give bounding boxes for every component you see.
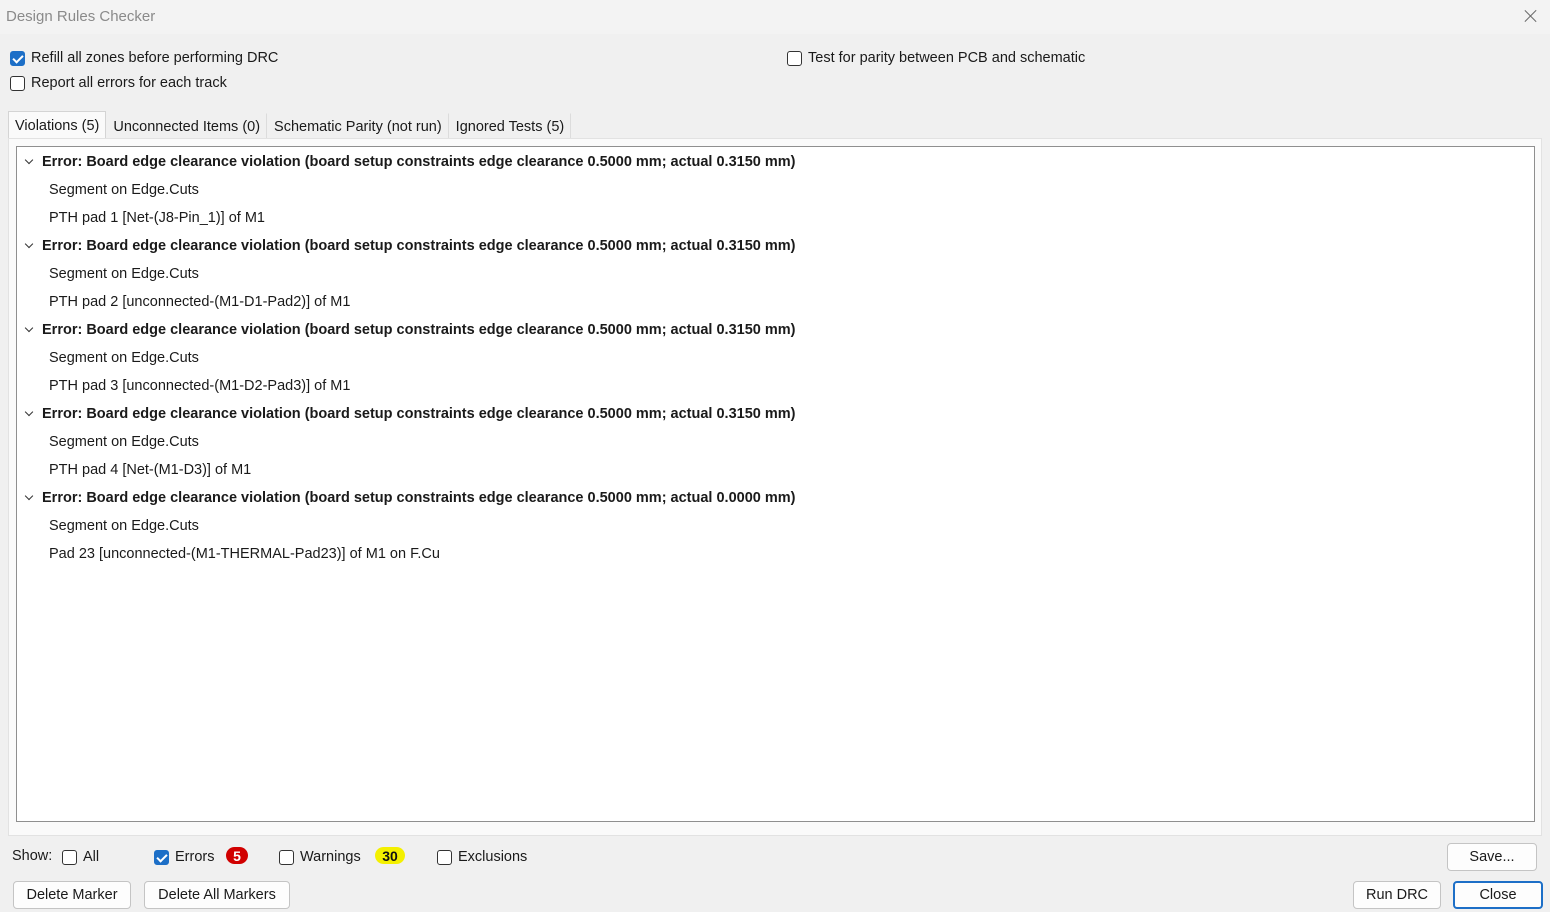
report-all-errors-option[interactable]: Report all errors for each track xyxy=(10,75,227,91)
test-parity-label: Test for parity between PCB and schemati… xyxy=(808,50,1086,66)
show-errors-option[interactable]: Errors xyxy=(154,849,214,865)
tab-violations-label: Violations (5) xyxy=(15,117,100,134)
tab-unconnected-items-label: Unconnected Items (0) xyxy=(113,118,261,135)
violation-row[interactable]: Error: Board edge clearance violation (b… xyxy=(23,400,795,428)
window-title: Design Rules Checker xyxy=(6,8,156,25)
violation-item[interactable]: Pad 23 [unconnected-(M1-THERMAL-Pad23)] … xyxy=(49,540,440,568)
refill-zones-checkbox[interactable] xyxy=(10,50,25,66)
show-exclusions-option[interactable]: Exclusions xyxy=(437,849,527,865)
violation-title: Error: Board edge clearance violation (b… xyxy=(42,490,796,506)
drc-dialog: Design Rules Checker Refill all zones be… xyxy=(0,0,1550,912)
show-warnings-label: Warnings xyxy=(300,849,361,865)
show-errors-label: Errors xyxy=(175,849,215,865)
tab-schematic-parity[interactable]: Schematic Parity (not run) xyxy=(267,113,449,139)
violations-tree[interactable]: Error: Board edge clearance violation (b… xyxy=(16,146,1535,822)
run-drc-button[interactable]: Run DRC xyxy=(1353,881,1441,909)
show-errors-checkbox[interactable] xyxy=(154,849,169,865)
violation-item[interactable]: Segment on Edge.Cuts xyxy=(49,344,199,372)
test-parity-checkbox[interactable] xyxy=(787,50,802,66)
title-bar: Design Rules Checker xyxy=(0,0,1550,34)
violation-item[interactable]: PTH pad 1 [Net-(J8-Pin_1)] of M1 xyxy=(49,204,265,232)
violation-item-label: Segment on Edge.Cuts xyxy=(49,518,199,534)
violation-item-label: PTH pad 2 [unconnected-(M1-D1-Pad2)] of … xyxy=(49,294,351,310)
violation-item[interactable]: Segment on Edge.Cuts xyxy=(49,428,199,456)
violation-item-label: Pad 23 [unconnected-(M1-THERMAL-Pad23)] … xyxy=(49,546,440,562)
save-button[interactable]: Save... xyxy=(1447,843,1537,871)
violation-item[interactable]: Segment on Edge.Cuts xyxy=(49,176,199,204)
violation-item-label: PTH pad 3 [unconnected-(M1-D2-Pad3)] of … xyxy=(49,378,351,394)
error-count-badge: 5 xyxy=(226,847,248,864)
violation-item-label: Segment on Edge.Cuts xyxy=(49,182,199,198)
tab-schematic-parity-label: Schematic Parity (not run) xyxy=(274,118,442,135)
report-all-errors-label: Report all errors for each track xyxy=(31,75,227,91)
violation-title: Error: Board edge clearance violation (b… xyxy=(42,238,796,254)
violation-item[interactable]: PTH pad 3 [unconnected-(M1-D2-Pad3)] of … xyxy=(49,372,350,400)
show-warnings-option[interactable]: Warnings xyxy=(279,849,361,865)
violation-item[interactable]: Segment on Edge.Cuts xyxy=(49,512,199,540)
show-label: Show: xyxy=(12,848,53,864)
results-tabs: Violations (5) Unconnected Items (0) Sch… xyxy=(8,111,572,139)
delete-all-markers-button[interactable]: Delete All Markers xyxy=(144,881,290,909)
violation-item-label: PTH pad 1 [Net-(J8-Pin_1)] of M1 xyxy=(49,210,265,226)
test-parity-option[interactable]: Test for parity between PCB and schemati… xyxy=(787,50,1085,66)
violation-item[interactable]: PTH pad 4 [Net-(M1-D3)] of M1 xyxy=(49,456,251,484)
violation-item[interactable]: PTH pad 2 [unconnected-(M1-D1-Pad2)] of … xyxy=(49,288,350,316)
show-all-label: All xyxy=(83,849,100,865)
violation-row[interactable]: Error: Board edge clearance violation (b… xyxy=(23,484,795,512)
tab-ignored-tests[interactable]: Ignored Tests (5) xyxy=(449,113,572,139)
violation-item[interactable]: Segment on Edge.Cuts xyxy=(49,260,199,288)
refill-zones-option[interactable]: Refill all zones before performing DRC xyxy=(10,50,278,66)
close-icon[interactable] xyxy=(1520,5,1542,27)
tab-unconnected-items[interactable]: Unconnected Items (0) xyxy=(106,113,268,139)
violation-item-label: Segment on Edge.Cuts xyxy=(49,434,199,450)
refill-zones-label: Refill all zones before performing DRC xyxy=(31,50,279,66)
violation-title: Error: Board edge clearance violation (b… xyxy=(42,406,796,422)
warning-count-badge: 30 xyxy=(375,847,405,864)
violation-item-label: PTH pad 4 [Net-(M1-D3)] of M1 xyxy=(49,462,252,478)
show-warnings-checkbox[interactable] xyxy=(279,849,294,865)
show-all-option[interactable]: All xyxy=(62,849,99,865)
chevron-down-icon[interactable] xyxy=(23,240,35,252)
violation-item-label: Segment on Edge.Cuts xyxy=(49,350,199,366)
violation-item-label: Segment on Edge.Cuts xyxy=(49,266,199,282)
violation-row[interactable]: Error: Board edge clearance violation (b… xyxy=(23,232,795,260)
show-all-checkbox[interactable] xyxy=(62,849,77,865)
violation-title: Error: Board edge clearance violation (b… xyxy=(42,322,796,338)
report-all-errors-checkbox[interactable] xyxy=(10,75,25,91)
show-exclusions-checkbox[interactable] xyxy=(437,849,452,865)
violation-row[interactable]: Error: Board edge clearance violation (b… xyxy=(23,148,795,176)
violation-row[interactable]: Error: Board edge clearance violation (b… xyxy=(23,316,795,344)
chevron-down-icon[interactable] xyxy=(23,408,35,420)
chevron-down-icon[interactable] xyxy=(23,492,35,504)
tab-violations[interactable]: Violations (5) xyxy=(8,111,107,139)
show-exclusions-label: Exclusions xyxy=(458,849,528,865)
close-button[interactable]: Close xyxy=(1453,881,1543,909)
tab-ignored-tests-label: Ignored Tests (5) xyxy=(455,118,565,135)
chevron-down-icon[interactable] xyxy=(23,156,35,168)
chevron-down-icon[interactable] xyxy=(23,324,35,336)
delete-marker-button[interactable]: Delete Marker xyxy=(13,881,131,909)
violation-title: Error: Board edge clearance violation (b… xyxy=(42,154,796,170)
